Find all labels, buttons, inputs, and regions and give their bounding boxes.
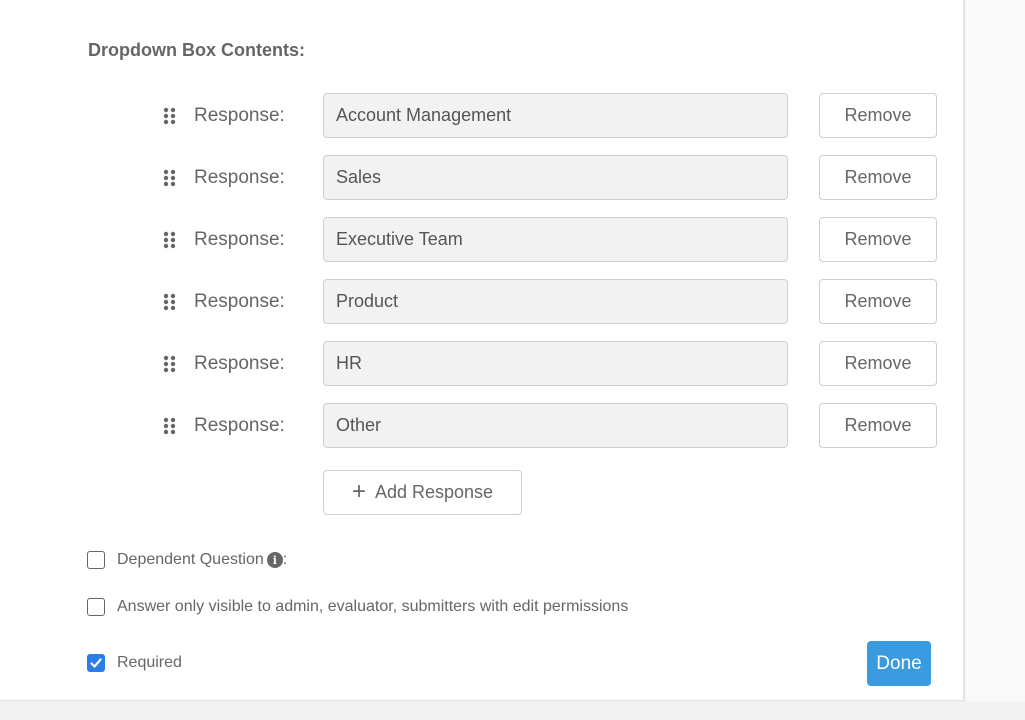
response-row: Response: Remove [160, 217, 940, 262]
add-response-button[interactable]: + Add Response [323, 470, 522, 515]
response-row: Response: Remove [160, 279, 940, 324]
response-row: Response: Remove [160, 403, 940, 448]
response-input[interactable] [323, 155, 788, 200]
remove-button[interactable]: Remove [819, 93, 937, 138]
dependent-question-checkbox[interactable] [87, 551, 105, 569]
drag-handle-icon[interactable] [163, 417, 177, 435]
visibility-label: Answer only visible to admin, evaluator,… [117, 598, 629, 615]
checkmark-icon [90, 658, 102, 668]
response-label: Response: [194, 353, 285, 374]
remove-button[interactable]: Remove [819, 155, 937, 200]
response-input[interactable] [323, 217, 788, 262]
dependent-question-label: Dependent Question [117, 551, 264, 568]
visibility-option: Answer only visible to admin, evaluator,… [87, 596, 628, 618]
response-row: Response: Remove [160, 93, 940, 138]
plus-icon: + [351, 477, 366, 505]
response-label: Response: [194, 415, 285, 436]
remove-button[interactable]: Remove [819, 217, 937, 262]
drag-handle-icon[interactable] [163, 355, 177, 373]
visibility-checkbox[interactable] [87, 598, 105, 616]
response-input[interactable] [323, 279, 788, 324]
response-input[interactable] [323, 403, 788, 448]
info-icon[interactable]: i [266, 552, 283, 568]
response-input[interactable] [323, 93, 788, 138]
required-checkbox[interactable] [87, 654, 105, 672]
required-option: Required [87, 652, 182, 674]
response-label: Response: [194, 229, 285, 250]
response-label: Response: [194, 105, 285, 126]
section-title: Dropdown Box Contents: [88, 40, 305, 60]
response-row: Response: Remove [160, 155, 940, 200]
bottom-bar [0, 701, 1025, 720]
response-input[interactable] [323, 341, 788, 386]
remove-button[interactable]: Remove [819, 403, 937, 448]
drag-handle-icon[interactable] [163, 231, 177, 249]
response-row: Response: Remove [160, 341, 940, 386]
remove-button[interactable]: Remove [819, 279, 937, 324]
question-editor-panel: Dropdown Box Contents: Response: Remove … [0, 0, 965, 701]
add-response-label: Add Response [374, 482, 494, 502]
response-label: Response: [194, 167, 285, 188]
background-area [967, 0, 1025, 701]
done-button[interactable]: Done [867, 641, 931, 686]
dependent-question-suffix: : [282, 551, 288, 568]
dependent-question-option: Dependent Question i : [87, 549, 287, 571]
required-label: Required [117, 654, 182, 671]
drag-handle-icon[interactable] [163, 107, 177, 125]
drag-handle-icon[interactable] [163, 293, 177, 311]
response-label: Response: [194, 291, 285, 312]
remove-button[interactable]: Remove [819, 341, 937, 386]
drag-handle-icon[interactable] [163, 169, 177, 187]
